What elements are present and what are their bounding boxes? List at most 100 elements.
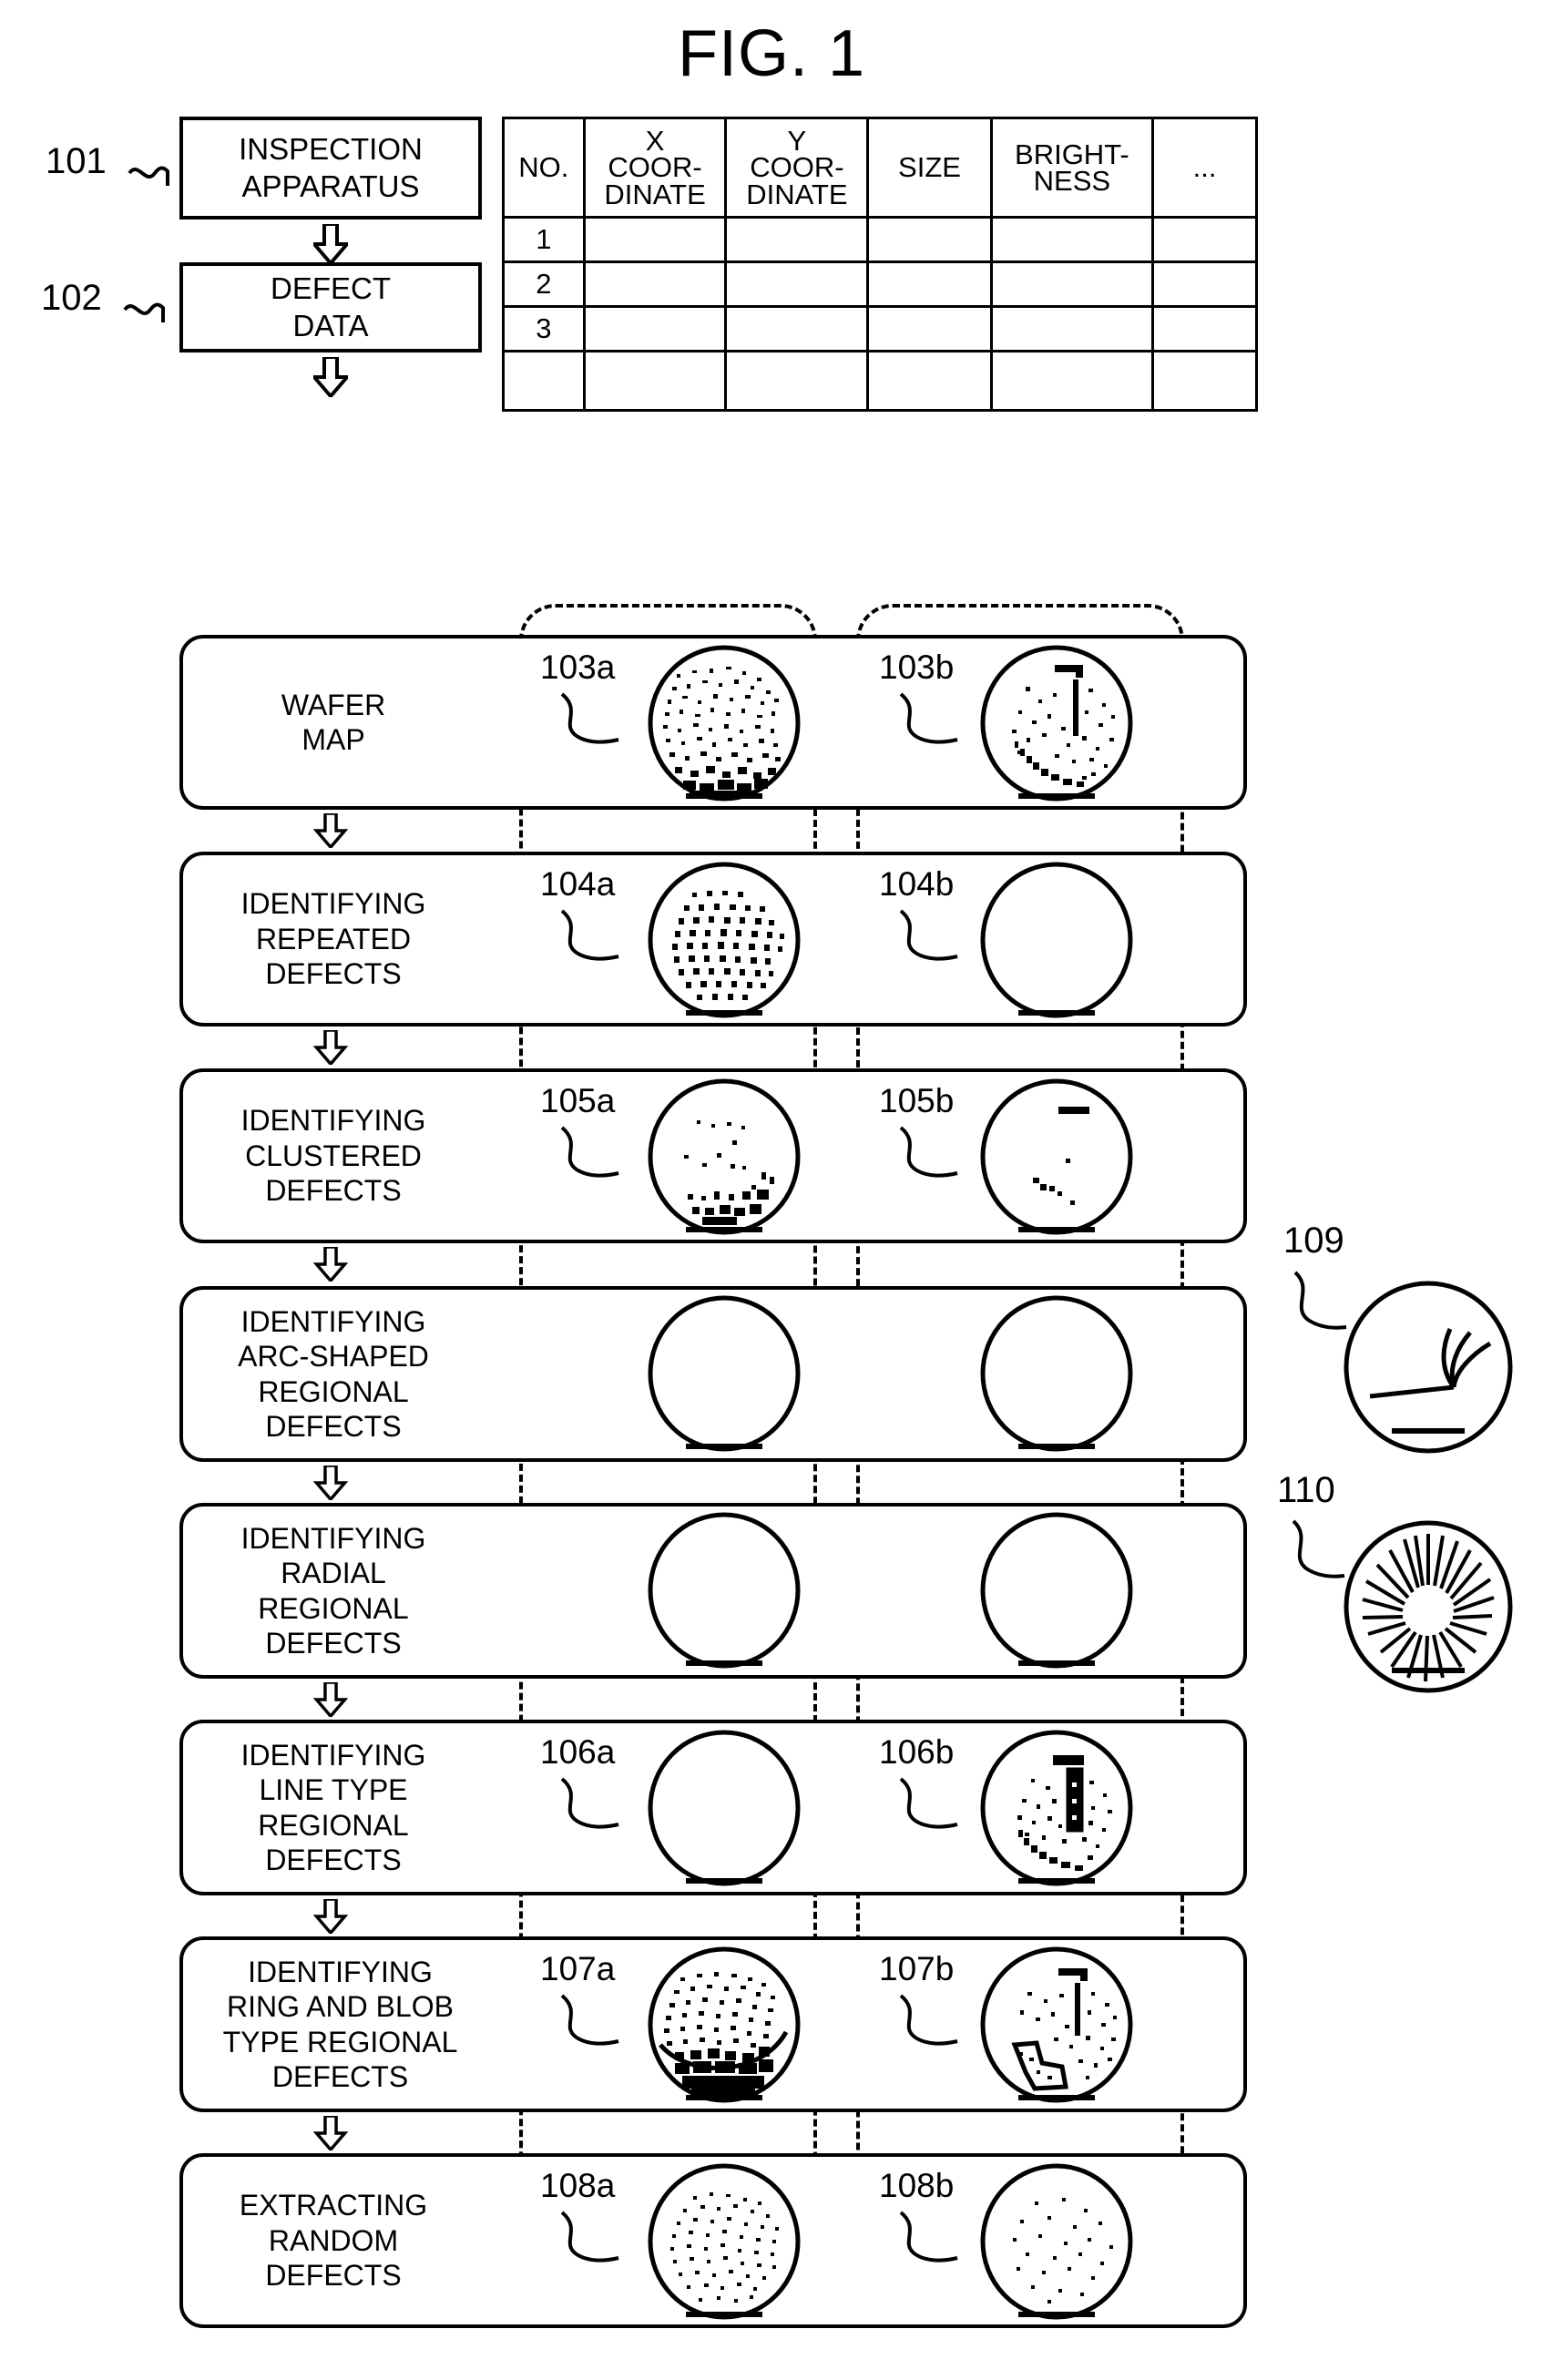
td-size xyxy=(866,350,993,412)
td-y xyxy=(724,350,870,412)
leader-line-103a xyxy=(558,692,628,754)
wafer-map-108b xyxy=(975,2161,1139,2322)
step-label-line: DEFECTS xyxy=(265,1409,402,1443)
td-y xyxy=(724,260,870,308)
th-size: SIZE xyxy=(866,117,993,219)
td-more xyxy=(1151,260,1258,308)
fat-down-arrow-icon-4 xyxy=(313,1030,348,1065)
leader-line-106b xyxy=(897,1777,966,1839)
th-ellipsis: ... xyxy=(1151,117,1258,219)
leader-line-107b xyxy=(897,1994,966,2056)
reference-numeral-103b: 103b xyxy=(879,649,955,686)
td-x xyxy=(582,305,728,352)
step-label-line: DEFECTS xyxy=(265,2259,402,2293)
step-label-line: CLUSTERED xyxy=(245,1139,422,1172)
fat-down-arrow-icon-1 xyxy=(313,224,348,264)
td-size xyxy=(866,216,993,263)
wafer-map-arc-left-empty xyxy=(642,1293,806,1454)
fat-down-arrow-icon-3 xyxy=(313,813,348,848)
reference-numeral-103a: 103a xyxy=(540,649,616,686)
wafer-map-104b xyxy=(975,860,1139,1020)
block-inspection-apparatus: INSPECTION APPARATUS xyxy=(179,117,482,220)
td-more xyxy=(1151,216,1258,263)
wafer-example-109-arc-shaped xyxy=(1337,1280,1519,1460)
leader-line-105a xyxy=(558,1126,628,1188)
step-label-line: RING AND BLOB xyxy=(227,1990,454,2024)
wafer-map-103a xyxy=(642,643,806,803)
fat-down-arrow-icon-5 xyxy=(313,1247,348,1282)
step-label-line: IDENTIFYING xyxy=(240,1304,426,1338)
th-brightness: BRIGHT- NESS xyxy=(989,117,1155,219)
th-y-coordinate: Y COOR- DINATE xyxy=(724,117,870,219)
th-x-l1: COOR- xyxy=(608,151,702,184)
td-size xyxy=(866,305,993,352)
step-label-line: TYPE REGIONAL xyxy=(222,2025,458,2058)
wafer-map-105b xyxy=(975,1077,1139,1237)
reference-numeral-104b: 104b xyxy=(879,865,955,903)
reference-numeral-105b: 105b xyxy=(879,1082,955,1119)
td-x xyxy=(582,260,728,308)
step-label-identifying-ring-and-blob-type-regional-defects: IDENTIFYING RING AND BLOB TYPE REGIONAL … xyxy=(183,1940,497,2109)
step-label-extracting-random-defects: EXTRACTING RANDOM DEFECTS xyxy=(183,2157,484,2324)
step-label-line: DEFECTS xyxy=(265,957,402,991)
step-label-line: REGIONAL xyxy=(258,1591,409,1625)
td-no: 1 xyxy=(502,216,586,263)
reference-numeral-107a: 107a xyxy=(540,1950,616,1987)
wafer-map-106a xyxy=(642,1728,806,1888)
figure-title: FIG. 1 xyxy=(677,17,866,90)
td-x xyxy=(582,350,728,412)
defect-data-line1: DEFECT xyxy=(271,271,391,306)
leader-line-102 xyxy=(123,282,178,328)
step-label-line: RANDOM xyxy=(268,2223,399,2257)
leader-line-106a xyxy=(558,1777,628,1839)
th-no: NO. xyxy=(502,117,586,219)
td-y xyxy=(724,305,870,352)
td-more xyxy=(1151,305,1258,352)
reference-numeral-109: 109 xyxy=(1283,1221,1344,1261)
table-header-row: NO. X COOR- DINATE Y COOR- DINATE SIZE B… xyxy=(502,117,1258,219)
step-label-line: LINE TYPE xyxy=(259,1773,408,1807)
td-size xyxy=(866,260,993,308)
wafer-example-110-radial xyxy=(1337,1519,1519,1700)
leader-line-108b xyxy=(897,2211,966,2273)
leader-line-101 xyxy=(128,146,182,191)
wafer-map-radial-left-empty xyxy=(642,1510,806,1670)
wafer-map-radial-right-empty xyxy=(975,1510,1139,1670)
table-row: 3 xyxy=(502,305,1258,352)
step-label-line: IDENTIFYING xyxy=(248,1955,433,1988)
table-row: 1 xyxy=(502,216,1258,263)
fat-down-arrow-icon-6 xyxy=(313,1466,348,1500)
th-y-l2: DINATE xyxy=(746,178,848,210)
reference-numeral-106b: 106b xyxy=(879,1733,955,1771)
reference-numeral-106a: 106a xyxy=(540,1733,616,1771)
td-y xyxy=(724,216,870,263)
reference-numeral-110: 110 xyxy=(1277,1470,1335,1510)
td-brightness xyxy=(989,216,1155,263)
td-brightness xyxy=(989,260,1155,308)
defect-data-line2: DATA xyxy=(292,308,369,342)
step-label-identifying-radial-regional-defects: IDENTIFYING RADIAL REGIONAL DEFECTS xyxy=(183,1507,484,1675)
leader-line-104a xyxy=(558,909,628,971)
fat-down-arrow-icon-2 xyxy=(313,357,348,397)
step-label-identifying-repeated-defects: IDENTIFYING REPEATED DEFECTS xyxy=(183,855,484,1023)
th-x-coordinate: X COOR- DINATE xyxy=(582,117,728,219)
block-defect-data: DEFECT DATA xyxy=(179,262,482,352)
th-brightness-l2: NESS xyxy=(1033,165,1111,197)
th-x-l2: DINATE xyxy=(604,178,706,210)
th-y-l1: COOR- xyxy=(750,151,844,184)
step-label-identifying-line-type-regional-defects: IDENTIFYING LINE TYPE REGIONAL DEFECTS xyxy=(183,1723,484,1892)
step-label-line: WAFER xyxy=(281,688,386,721)
step-label-line: REPEATED xyxy=(255,922,412,955)
inspection-apparatus-line2: APPARATUS xyxy=(241,169,420,203)
step-label-line: REGIONAL xyxy=(258,1808,409,1842)
wafer-map-106b xyxy=(975,1728,1139,1888)
reference-numeral-108a: 108a xyxy=(540,2167,616,2204)
table-row xyxy=(502,350,1258,412)
td-no xyxy=(502,350,586,412)
reference-numeral-108b: 108b xyxy=(879,2167,955,2204)
td-more xyxy=(1151,350,1258,412)
step-label-line: REGIONAL xyxy=(258,1374,409,1408)
td-x xyxy=(582,216,728,263)
step-label-identifying-clustered-defects: IDENTIFYING CLUSTERED DEFECTS xyxy=(183,1072,484,1240)
wafer-map-103b xyxy=(975,643,1139,803)
